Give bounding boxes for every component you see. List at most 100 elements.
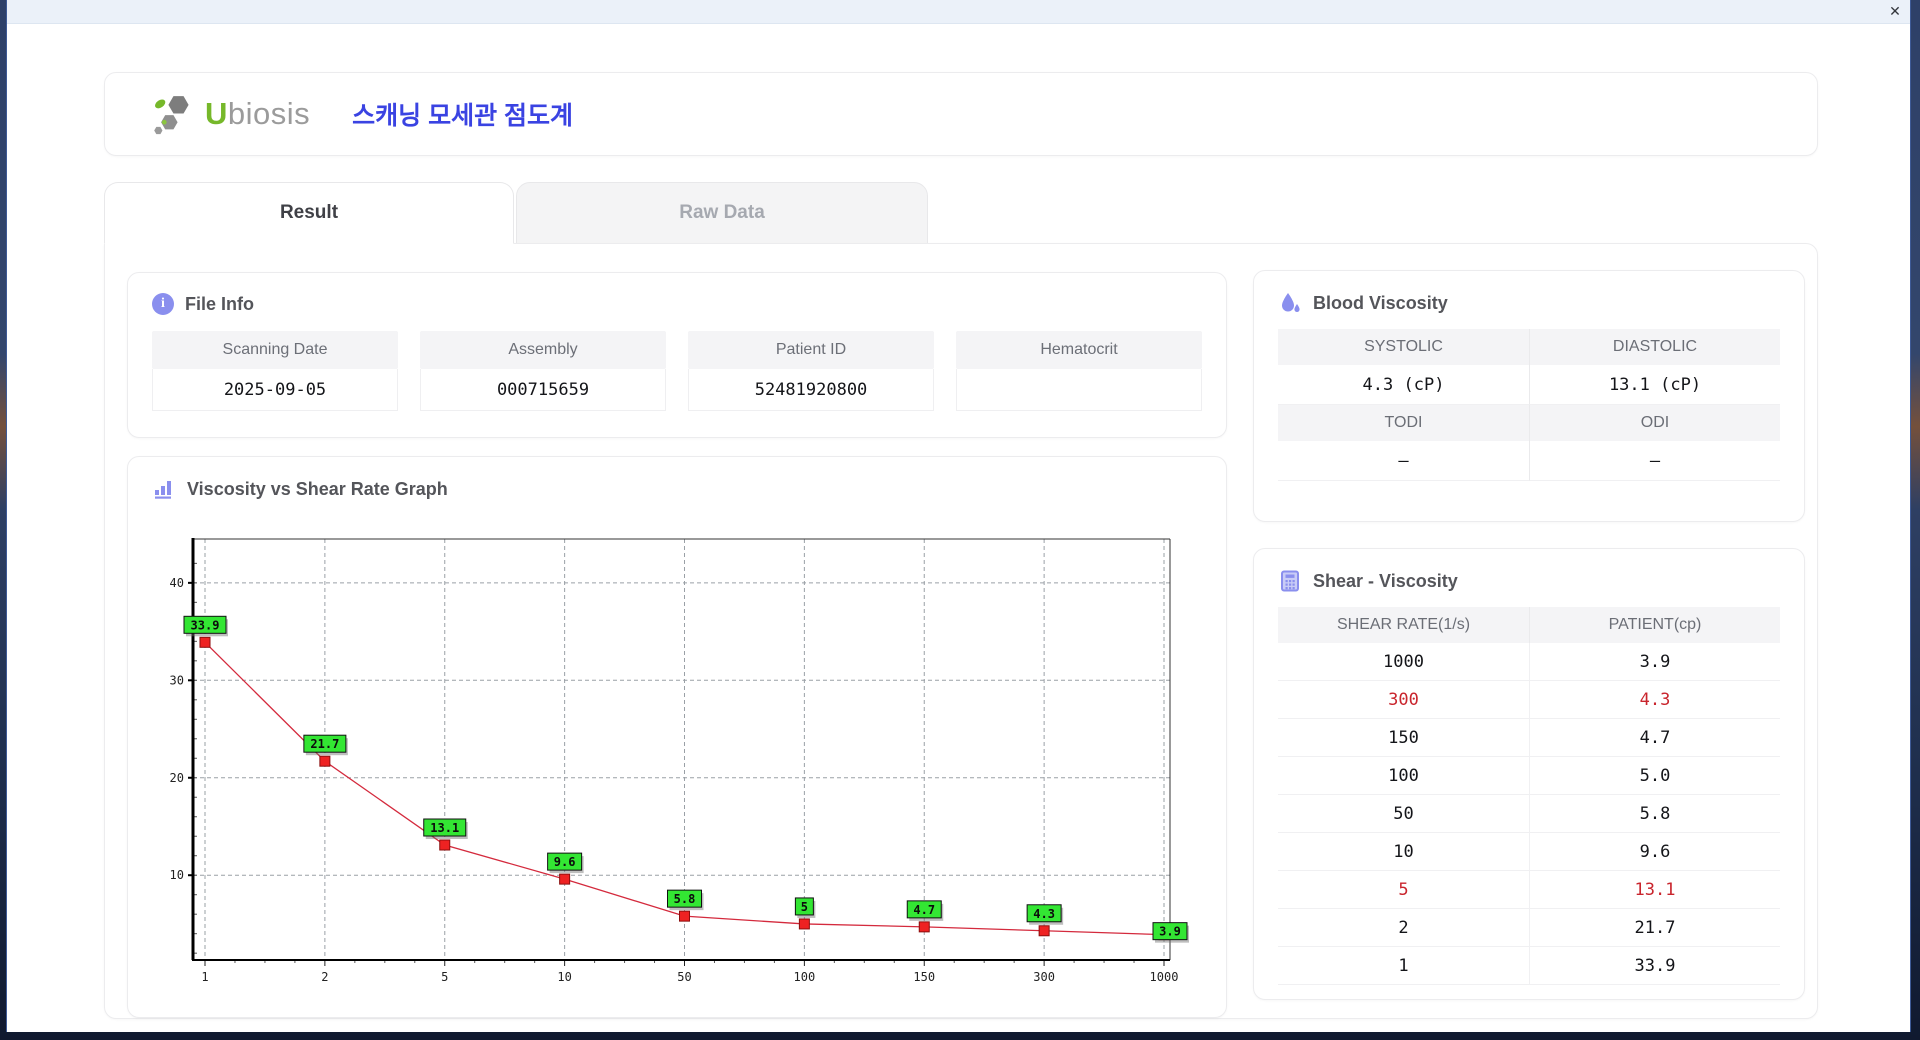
tab-result-label: Result [279, 202, 339, 223]
shear-rate-cell: 100 [1278, 757, 1529, 795]
blood-metric-value-row: 4.3 (cP) 13.1 (cP) [1278, 365, 1780, 405]
shear-table-row: 300 4.3 [1278, 681, 1780, 719]
blood-metric-value: – [1278, 441, 1529, 481]
patient-cell: 3.9 [1529, 643, 1780, 681]
svg-text:1: 1 [201, 970, 208, 984]
patient-cell: 13.1 [1529, 871, 1780, 909]
shear-table-row: 100 5.0 [1278, 757, 1780, 795]
svg-text:3.9: 3.9 [1159, 925, 1181, 939]
shear-rate-cell: 50 [1278, 795, 1529, 833]
patient-cell: 4.3 [1529, 681, 1780, 719]
result-panel: i File Info Scanning Date 2025-09-05 Assem… [104, 243, 1818, 1019]
blood-viscosity-title: Blood Viscosity [1313, 292, 1448, 313]
file-info-field-value: 000715659 [420, 369, 666, 411]
svg-text:4.3: 4.3 [1033, 907, 1055, 921]
shear-rate-cell: 150 [1278, 719, 1529, 757]
blood-metric-header-row: TODI ODI [1278, 405, 1780, 441]
logo: Ubiosis [151, 91, 310, 137]
patient-cell: 5.0 [1529, 757, 1780, 795]
file-info-field-value: 2025-09-05 [152, 369, 398, 411]
shear-table-header-row: SHEAR RATE(1/s) PATIENT(cp) [1278, 607, 1780, 643]
shear-rate-cell: 1000 [1278, 643, 1529, 681]
svg-text:13.1: 13.1 [430, 821, 459, 835]
tab-raw-data-label: Raw Data [679, 202, 765, 223]
svg-text:30: 30 [170, 673, 184, 687]
svg-text:5: 5 [441, 970, 448, 984]
shear-rate-cell: 1 [1278, 947, 1529, 985]
svg-text:10: 10 [557, 970, 571, 984]
file-info-field-label: Patient ID [688, 331, 934, 369]
blood-metric-label: TODI [1278, 405, 1529, 441]
patient-cell: 4.7 [1529, 719, 1780, 757]
logo-text-rest: biosis [227, 96, 311, 131]
file-info-fields: Scanning Date 2025-09-05 Assembly 000715659… [128, 329, 1226, 411]
patient-cell: 21.7 [1529, 909, 1780, 947]
shear-table-row: 150 4.7 [1278, 719, 1780, 757]
file-info-field-value [956, 369, 1202, 411]
patient-cell: 5.8 [1529, 795, 1780, 833]
droplet-icon [1278, 291, 1302, 315]
patient-cell: 9.6 [1529, 833, 1780, 871]
svg-text:4.7: 4.7 [913, 903, 935, 917]
shear-rate-header: SHEAR RATE(1/s) [1278, 607, 1529, 643]
shear-table-body: 1000 3.9 300 4.3 150 4.7 100 5.0 50 5.8 10 9.6 5 13.1… [1254, 643, 1804, 985]
svg-text:21.7: 21.7 [310, 737, 339, 751]
svg-text:9.6: 9.6 [554, 855, 576, 869]
blood-metric-value: 4.3 (cP) [1278, 365, 1529, 405]
shear-rate-cell: 300 [1278, 681, 1529, 719]
graph-title: Viscosity vs Shear Rate Graph [187, 478, 448, 499]
shear-table-row: 5 13.1 [1278, 871, 1780, 909]
viscosity-chart-svg: 10 20 30 40 1 2 5 10 50 100 150 300 1000 33.9 21.7 13.1… [170, 538, 1189, 984]
logo-text-u: U [205, 96, 228, 131]
shear-table-row: 10 9.6 [1278, 833, 1780, 871]
app-title: 스캐닝 모세관 점도계 [352, 102, 574, 130]
blood-viscosity-card: Blood Viscosity SYSTOLIC DIASTOLIC 4.3 (cP… [1253, 270, 1805, 522]
app-window: ✕ Ubiosis 스캐닝 모세관 점도계 Result Raw Data i … [6, 0, 1911, 1032]
blood-metric-label: ODI [1529, 405, 1780, 441]
svg-text:10: 10 [170, 868, 184, 882]
blood-metric-value: – [1529, 441, 1780, 481]
blood-metric-value: 13.1 (cP) [1529, 365, 1780, 405]
file-info-field-label: Scanning Date [152, 331, 398, 369]
calculator-icon [1278, 569, 1302, 593]
ubiosis-logo-mark [154, 96, 189, 135]
file-info-field-label: Hematocrit [956, 331, 1202, 369]
shear-table-row: 50 5.8 [1278, 795, 1780, 833]
close-icon[interactable]: ✕ [1880, 1, 1910, 23]
shear-viscosity-card: Shear - Viscosity SHEAR RATE(1/s) PATIEN… [1253, 548, 1805, 1000]
blood-metric-value-row: – – [1278, 441, 1780, 481]
graph-card: Viscosity vs Shear Rate Graph 10 20 30 40 1 2… [127, 456, 1227, 1018]
file-info-field: Hematocrit [956, 331, 1202, 411]
blood-viscosity-table: SYSTOLIC DIASTOLIC 4.3 (cP) 13.1 (cP) TODI OD… [1254, 329, 1804, 481]
file-info-field-label: Assembly [420, 331, 666, 369]
svg-text:1000: 1000 [1150, 970, 1179, 984]
shear-rate-cell: 5 [1278, 871, 1529, 909]
svg-text:150: 150 [913, 970, 935, 984]
blood-metric-label: SYSTOLIC [1278, 329, 1529, 365]
bar-chart-icon [152, 477, 176, 501]
svg-text:5.8: 5.8 [674, 892, 696, 906]
svg-text:40: 40 [170, 576, 184, 590]
tab-result[interactable]: Result [104, 182, 514, 244]
file-info-card: i File Info Scanning Date 2025-09-05 Assem… [127, 272, 1227, 438]
svg-text:2: 2 [321, 970, 328, 984]
window-titlebar: ✕ [7, 0, 1910, 24]
logo-text: Ubiosis [205, 96, 310, 132]
shear-table-row: 1000 3.9 [1278, 643, 1780, 681]
svg-text:300: 300 [1033, 970, 1055, 984]
info-icon: i [152, 293, 174, 315]
shear-rate-cell: 10 [1278, 833, 1529, 871]
blood-metric-header-row: SYSTOLIC DIASTOLIC [1278, 329, 1780, 365]
shear-table-row: 2 21.7 [1278, 909, 1780, 947]
shear-viscosity-title: Shear - Viscosity [1313, 570, 1458, 591]
blood-metric-label: DIASTOLIC [1529, 329, 1780, 365]
tab-raw-data[interactable]: Raw Data [516, 182, 928, 244]
svg-text:5: 5 [801, 900, 808, 914]
file-info-field-value: 52481920800 [688, 369, 934, 411]
shear-table-row: 1 33.9 [1278, 947, 1780, 985]
file-info-field: Patient ID 52481920800 [688, 331, 934, 411]
patient-header: PATIENT(cp) [1529, 607, 1780, 643]
svg-text:33.9: 33.9 [191, 618, 220, 632]
file-info-title: File Info [185, 293, 254, 314]
svg-text:20: 20 [170, 771, 184, 785]
